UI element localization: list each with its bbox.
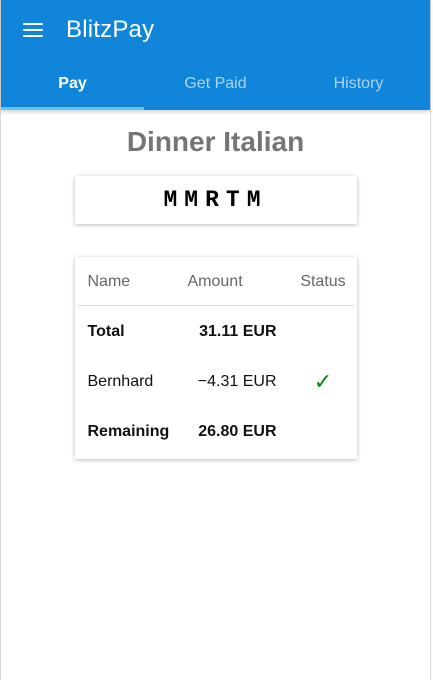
payment-table: Name Amount Status Total 31.11 EUR Bernh… — [77, 259, 354, 457]
row-remaining-amount: 26.80 EUR — [198, 423, 277, 440]
row-bernhard-amount: −4.31 EUR — [197, 373, 277, 390]
header-name: Name — [77, 259, 188, 306]
menu-line — [23, 35, 43, 37]
row-remaining-name: Remaining — [87, 423, 170, 440]
app-title: BlitzPay — [66, 16, 155, 43]
app-window: BlitzPay Pay Get Paid History Dinner Ita… — [0, 0, 431, 680]
table-row-bernhard: Bernhard −4.31 EUR ✓ — [78, 357, 354, 407]
tab-get-paid[interactable]: Get Paid — [144, 59, 287, 109]
toolbar: BlitzPay — [1, 0, 430, 60]
menu-line — [23, 23, 43, 25]
tab-pay[interactable]: Pay — [1, 59, 144, 110]
tab-history[interactable]: History — [287, 59, 430, 109]
row-bernhard-status: ✓ — [293, 357, 354, 407]
menu-icon[interactable] — [23, 20, 47, 40]
main-content: Dinner Italian MMRTM Name Amount Status … — [1, 110, 430, 459]
check-icon: ✓ — [313, 368, 333, 394]
table-row-remaining: Remaining 26.80 EUR — [78, 407, 354, 457]
table-row-total: Total 31.11 EUR — [78, 306, 354, 357]
row-total-amount: 31.11 EUR — [199, 322, 277, 340]
row-remaining-status — [293, 407, 354, 457]
payment-table-card: Name Amount Status Total 31.11 EUR Bernh… — [74, 257, 357, 459]
row-bernhard-name: Bernhard — [87, 373, 154, 390]
bill-code: MMRTM — [74, 176, 357, 224]
header-status: Status — [292, 259, 354, 306]
app-bar: BlitzPay Pay Get Paid History — [1, 0, 430, 110]
bill-title: Dinner Italian — [126, 126, 305, 157]
row-total-status — [293, 306, 354, 357]
menu-line — [23, 29, 43, 31]
header-amount: Amount — [187, 259, 293, 306]
row-total-name: Total — [87, 322, 125, 340]
tab-bar: Pay Get Paid History — [1, 60, 430, 110]
table-header-row: Name Amount Status — [77, 259, 354, 306]
